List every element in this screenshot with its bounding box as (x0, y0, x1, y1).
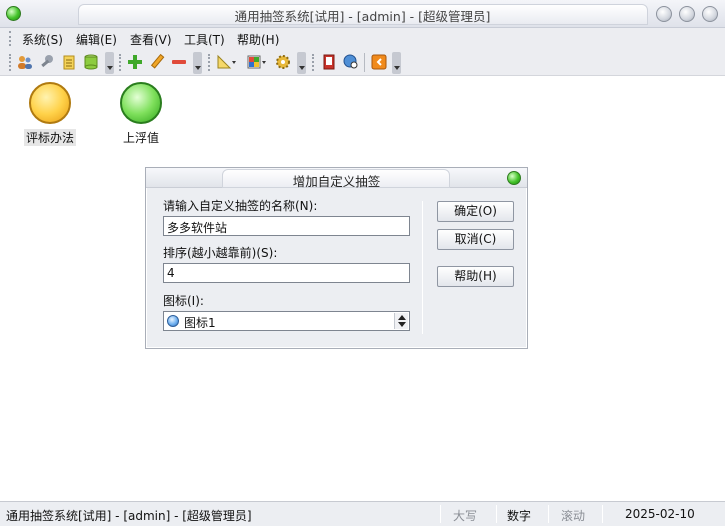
globe-search-icon[interactable] (342, 53, 360, 71)
name-label: 请输入自定义抽签的名称(N): (163, 199, 318, 213)
help-button[interactable]: 帮助(H) (437, 266, 514, 287)
book-icon[interactable] (320, 53, 338, 71)
ruler-icon[interactable] (216, 53, 238, 71)
dialog-title-bar: 增加自定义抽签 (146, 168, 527, 189)
caps-lock-indicator: 大写 (453, 509, 478, 523)
gear-icon[interactable] (274, 53, 292, 71)
name-input[interactable]: 多多软件站 (163, 216, 410, 236)
blue-orb-icon (167, 315, 179, 327)
num-lock-indicator: 数字 (507, 509, 532, 523)
color-palette-icon[interactable] (246, 53, 268, 71)
desktop-item-label: 评标办法 (24, 129, 76, 146)
toolbar-grip[interactable] (119, 54, 122, 71)
status-separator (440, 505, 441, 523)
add-custom-draw-dialog: 增加自定义抽签 请输入自定义抽签的名称(N): 多多软件站 排序(越小越靠前)(… (145, 167, 528, 349)
edit-pencil-icon[interactable] (148, 53, 166, 71)
green-orb-icon (120, 82, 162, 124)
toolbar-overflow-3[interactable] (297, 52, 306, 74)
status-separator (548, 505, 549, 523)
ok-button[interactable]: 确定(O) (437, 201, 514, 222)
dialog-status-icon[interactable] (507, 171, 521, 185)
dialog-divider (422, 201, 423, 334)
icon-label: 图标(I): (163, 294, 204, 308)
spinner-arrows-icon[interactable] (394, 313, 408, 329)
icon-select[interactable]: 图标1 (163, 311, 410, 331)
toolbar-grip[interactable] (9, 54, 12, 71)
toolbar (0, 49, 725, 76)
menu-view[interactable]: 查看(V) (130, 31, 172, 48)
desktop-item-float-value[interactable]: 上浮值 (117, 82, 165, 146)
menu-help[interactable]: 帮助(H) (237, 31, 279, 48)
add-icon[interactable] (126, 53, 144, 71)
order-input[interactable]: 4 (163, 263, 410, 283)
close-button[interactable] (702, 6, 718, 22)
minimize-button[interactable] (656, 6, 672, 22)
dialog-title: 增加自定义抽签 (292, 174, 381, 189)
status-text: 通用抽签系统[试用] - [admin] - [超级管理员] (6, 509, 252, 523)
desktop-item-scoring-method[interactable]: 评标办法 (24, 82, 76, 146)
menu-system[interactable]: 系统(S) (22, 31, 63, 48)
toolbar-grip[interactable] (312, 54, 315, 71)
desktop-item-label: 上浮值 (122, 131, 159, 145)
key-icon[interactable] (38, 53, 56, 71)
yellow-orb-icon (29, 82, 71, 124)
cancel-button[interactable]: 取消(C) (437, 229, 514, 250)
menu-tools[interactable]: 工具(T) (184, 31, 225, 48)
exit-icon[interactable] (370, 53, 388, 71)
database-icon[interactable] (82, 53, 100, 71)
scroll-lock-indicator: 滚动 (561, 509, 586, 523)
notepad-icon[interactable] (60, 53, 78, 71)
status-bar: 通用抽签系统[试用] - [admin] - [超级管理员] 大写 数字 滚动 … (0, 501, 725, 526)
toolbar-separator (364, 53, 365, 72)
toolbar-overflow-1[interactable] (105, 52, 114, 74)
toolbar-overflow-4[interactable] (392, 52, 401, 74)
window-title: 通用抽签系统[试用] - [admin] - [超级管理员] (234, 9, 491, 24)
icon-select-value: 图标1 (184, 316, 216, 330)
order-label: 排序(越小越靠前)(S): (163, 246, 278, 260)
status-separator (496, 505, 497, 523)
menu-edit[interactable]: 编辑(E) (76, 31, 117, 48)
toolbar-overflow-2[interactable] (193, 52, 202, 74)
menu-bar: 系统(S) 编辑(E) 查看(V) 工具(T) 帮助(H) (0, 28, 725, 49)
title-bar: 通用抽签系统[试用] - [admin] - [超级管理员] (0, 0, 725, 28)
menu-grip[interactable] (9, 31, 12, 46)
status-date: 2025-02-10 (625, 507, 695, 521)
users-icon[interactable] (16, 53, 34, 71)
status-separator (602, 505, 603, 523)
maximize-button[interactable] (679, 6, 695, 22)
toolbar-grip[interactable] (208, 54, 211, 71)
remove-icon[interactable] (170, 53, 188, 71)
